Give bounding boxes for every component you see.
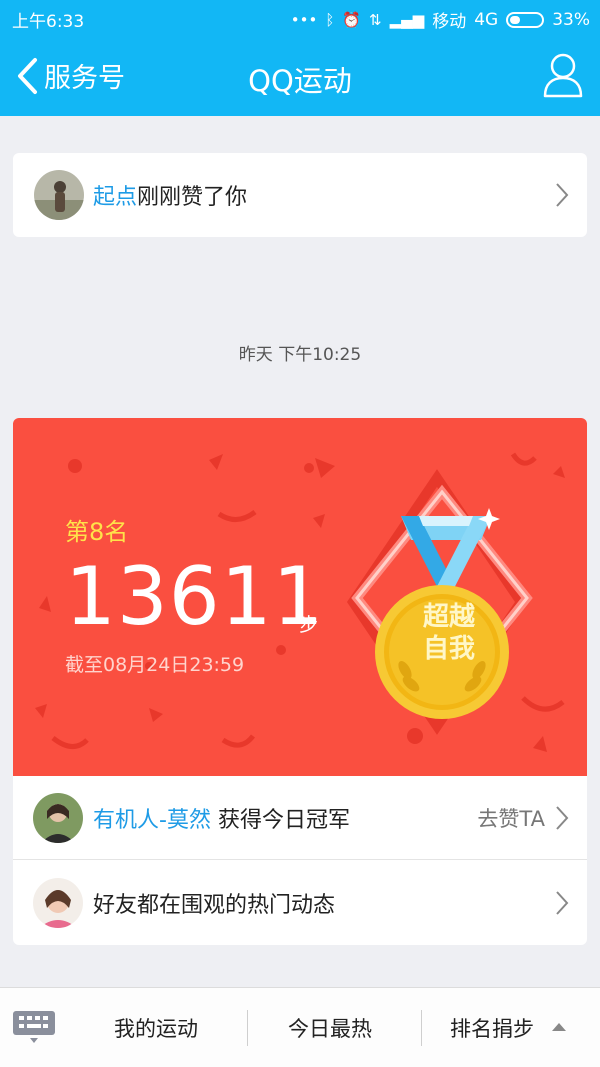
carrier-label: 移动 <box>432 12 467 32</box>
chevron-right-icon <box>556 183 569 207</box>
message-timestamp: 昨天 下午10:25 <box>238 345 362 365</box>
cheer-button[interactable]: 去赞TA <box>477 803 545 833</box>
champion-text: 有机人-莫然 获得今日冠军 <box>93 802 350 834</box>
chevron-right-icon <box>556 805 569 830</box>
like-message: 刚刚赞了你 <box>137 185 248 210</box>
data-transfer-icon: ⇅ <box>369 10 382 29</box>
network-label: 4G <box>474 9 499 30</box>
battery-icon <box>506 11 545 28</box>
avatar <box>33 878 83 928</box>
tab-divider <box>247 1010 248 1046</box>
battery-percent: 33% <box>552 9 590 30</box>
step-count: 13611 <box>65 550 325 643</box>
page-title: QQ运动 <box>248 64 352 98</box>
avatar <box>33 792 83 843</box>
tab-divider <box>421 1010 422 1046</box>
step-unit: 步 <box>299 614 319 636</box>
signal-icon: ▂▄▆ <box>389 10 425 29</box>
like-notification-card[interactable]: 起点刚刚赞了你 <box>13 153 587 237</box>
deadline-text: 截至08月24日23:59 <box>65 654 245 676</box>
medal-text-line1: 超越 <box>422 602 475 632</box>
profile-icon[interactable] <box>542 50 584 98</box>
medal-text-line2: 自我 <box>422 634 475 664</box>
more-dots-icon: ••• <box>290 10 318 29</box>
status-bar: 上午6:33 ••• ᛒ ⏰ ⇅ ▂▄▆ 移动 4G 33% <box>0 0 600 36</box>
hot-feed-text: 好友都在围观的热门动态 <box>93 893 336 918</box>
tab-today-hot[interactable]: 今日最热 <box>288 1013 372 1043</box>
hot-feed-row[interactable]: 好友都在围观的热门动态 <box>13 861 587 945</box>
like-text: 起点刚刚赞了你 <box>93 179 247 211</box>
bluetooth-icon: ᛒ <box>325 10 335 29</box>
caret-up-icon <box>552 1023 566 1031</box>
avatar <box>34 170 84 220</box>
champion-name-link[interactable]: 有机人-莫然 <box>93 808 211 833</box>
rank-banner[interactable]: 第8名 13611 步 截至08月24日23:59 超越 自我 <box>13 418 587 776</box>
bottom-menu-bar: 我的运动 今日最热 排名捐步 <box>0 987 600 1067</box>
champion-message: 获得今日冠军 <box>217 807 350 833</box>
rank-card[interactable]: 第8名 13611 步 截至08月24日23:59 超越 自我 有机人-莫然 获… <box>13 418 587 945</box>
status-icons: ••• ᛒ ⏰ ⇅ ▂▄▆ 移动 4G 33% <box>290 7 590 33</box>
chevron-right-icon <box>556 891 569 915</box>
rank-label: 第8名 <box>65 518 129 546</box>
tab-my-sports[interactable]: 我的运动 <box>114 1013 198 1043</box>
tab-rank-donate[interactable]: 排名捐步 <box>450 1013 534 1043</box>
alarm-icon: ⏰ <box>342 10 362 29</box>
keyboard-icon[interactable] <box>12 1010 56 1044</box>
liker-name-link[interactable]: 起点 <box>93 185 137 210</box>
medal-text: 超越 自我 <box>404 601 494 665</box>
champion-row[interactable]: 有机人-莫然 获得今日冠军 去赞TA <box>13 776 587 860</box>
app-header: 服务号 QQ运动 <box>0 36 600 116</box>
status-time: 上午6:33 <box>12 12 85 32</box>
